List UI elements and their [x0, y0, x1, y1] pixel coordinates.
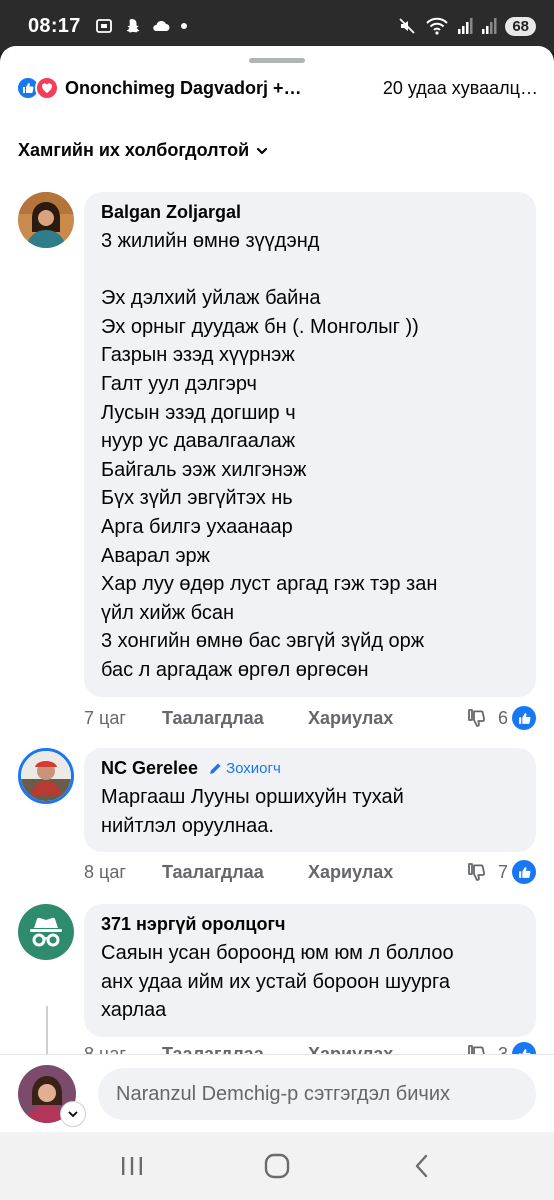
anonymous-avatar[interactable]: [18, 904, 74, 960]
author-badge: Зохиогч: [208, 760, 281, 777]
wifi-icon: [426, 17, 449, 35]
avatar[interactable]: [18, 192, 74, 248]
comment-text: Маргааш Лууны оршихуйн тухай нийтлэл ору…: [101, 786, 404, 837]
comment-bubble[interactable]: 371 нэргүй оролцогч Саяын усан бороонд ю…: [84, 904, 536, 1037]
dislike-icon[interactable]: [466, 861, 488, 883]
sheet-drag-handle[interactable]: [249, 58, 305, 63]
home-icon: [264, 1153, 290, 1179]
like-button[interactable]: Таалагдлаа: [162, 708, 308, 729]
comment-time[interactable]: 7 цаг: [84, 708, 162, 729]
system-nav-bar: [0, 1132, 554, 1200]
comment-composer: [0, 1054, 554, 1132]
comment-text: 3 жилийн өмнө зүүдэнд Эх дэлхий уйлаж ба…: [101, 230, 438, 681]
back-icon: [415, 1154, 427, 1178]
like-count-icon: [512, 860, 536, 884]
dislike-icon[interactable]: [466, 707, 488, 729]
comment-author[interactable]: 371 нэргүй оролцогч: [101, 914, 285, 935]
chevron-down-icon: [68, 1111, 78, 1117]
back-button[interactable]: [392, 1141, 452, 1191]
shares-count[interactable]: 20 удаа хуваалц…: [383, 78, 538, 99]
signal-icon-1: [458, 18, 473, 34]
pencil-icon: [210, 763, 221, 774]
incognito-icon: [30, 917, 62, 947]
comment-actions: 7 цаг Таалагдлаа Хариулах 6: [84, 706, 536, 730]
comment-sort-dropdown[interactable]: Хамгийн их холбогдолтой: [18, 140, 269, 161]
chevron-down-icon: [257, 147, 268, 154]
like-button[interactable]: Таалагдлаа: [162, 862, 308, 883]
reply-button[interactable]: Хариулах: [308, 862, 393, 883]
comment-time[interactable]: 8 цаг: [84, 862, 162, 883]
reaction-icons: [16, 76, 59, 100]
notification-dot: [180, 23, 187, 29]
battery-indicator: 68: [505, 16, 536, 36]
snapchat-icon: [126, 19, 140, 33]
reaction-count[interactable]: 6: [498, 708, 508, 729]
identity-switch-button[interactable]: [60, 1101, 86, 1127]
recent-apps-button[interactable]: [102, 1141, 162, 1191]
reaction-count[interactable]: 7: [498, 862, 508, 883]
comment-text: Саяын усан бороонд юм юм л боллоо анх уд…: [101, 942, 454, 1022]
reactors-names[interactable]: Ononchimeg Dagvadorj +…: [65, 78, 302, 99]
status-system-icons: 68: [397, 16, 536, 36]
status-notification-icons: [95, 17, 187, 35]
like-count-icon: [512, 706, 536, 730]
comment-bubble[interactable]: NC Gerelee Зохиогч Маргааш Лууны оршихуй…: [84, 748, 536, 853]
reply-button[interactable]: Хариулах: [308, 708, 393, 729]
sort-label: Хамгийн их холбогдолтой: [18, 140, 250, 160]
status-time: 08:17: [28, 14, 81, 37]
reactions-summary[interactable]: Ononchimeg Dagvadorj +… 20 удаа хуваалц…: [16, 76, 538, 100]
mute-icon: [399, 18, 415, 34]
author-badge-label: Зохиогч: [226, 760, 281, 777]
comments-sheet: Ononchimeg Dagvadorj +… 20 удаа хуваалц……: [0, 46, 554, 1132]
comment-actions: 8 цаг Таалагдлаа Хариулах 7: [84, 860, 536, 884]
status-bar: 08:17 68: [0, 0, 554, 52]
recent-apps-icon: [122, 1157, 143, 1175]
cloud-icon: [152, 20, 170, 31]
comment-author[interactable]: NC Gerelee: [101, 758, 198, 779]
comment-input[interactable]: [98, 1068, 536, 1120]
home-button[interactable]: [247, 1141, 307, 1191]
avatar[interactable]: [18, 748, 74, 804]
screenshot-icon: [95, 19, 112, 33]
comment-author[interactable]: Balgan Zoljargal: [101, 202, 241, 223]
love-reaction-icon: [35, 76, 59, 100]
signal-icon-2: [482, 18, 497, 34]
comment-bubble[interactable]: Balgan Zoljargal 3 жилийн өмнө зүүдэнд Э…: [84, 192, 536, 697]
